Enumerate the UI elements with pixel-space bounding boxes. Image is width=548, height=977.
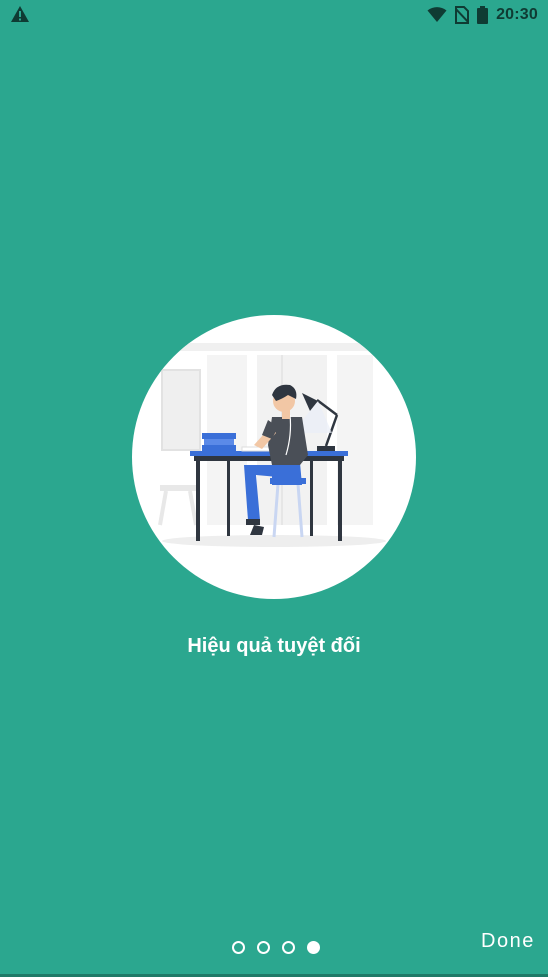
status-icons: 20:30 xyxy=(427,4,538,26)
pagination-dots xyxy=(232,940,320,954)
page-dot[interactable] xyxy=(282,940,295,954)
page-dot[interactable] xyxy=(232,940,245,954)
wifi-icon xyxy=(427,7,447,23)
no-sim-icon xyxy=(455,6,470,24)
onboarding-screen: 20:30 Hiệu quả tuyệt đối Done xyxy=(0,0,548,977)
done-button[interactable]: Done xyxy=(474,926,544,956)
warning-icon xyxy=(10,5,30,23)
page-dot-active[interactable] xyxy=(307,940,320,954)
status-time: 20:30 xyxy=(496,6,538,23)
status-bar: 20:30 xyxy=(0,0,548,30)
battery-icon xyxy=(477,6,489,24)
person-studying-at-desk-illustration xyxy=(132,315,416,599)
slide-title: Hiệu quả tuyệt đối xyxy=(187,635,361,657)
page-dot[interactable] xyxy=(257,940,270,954)
